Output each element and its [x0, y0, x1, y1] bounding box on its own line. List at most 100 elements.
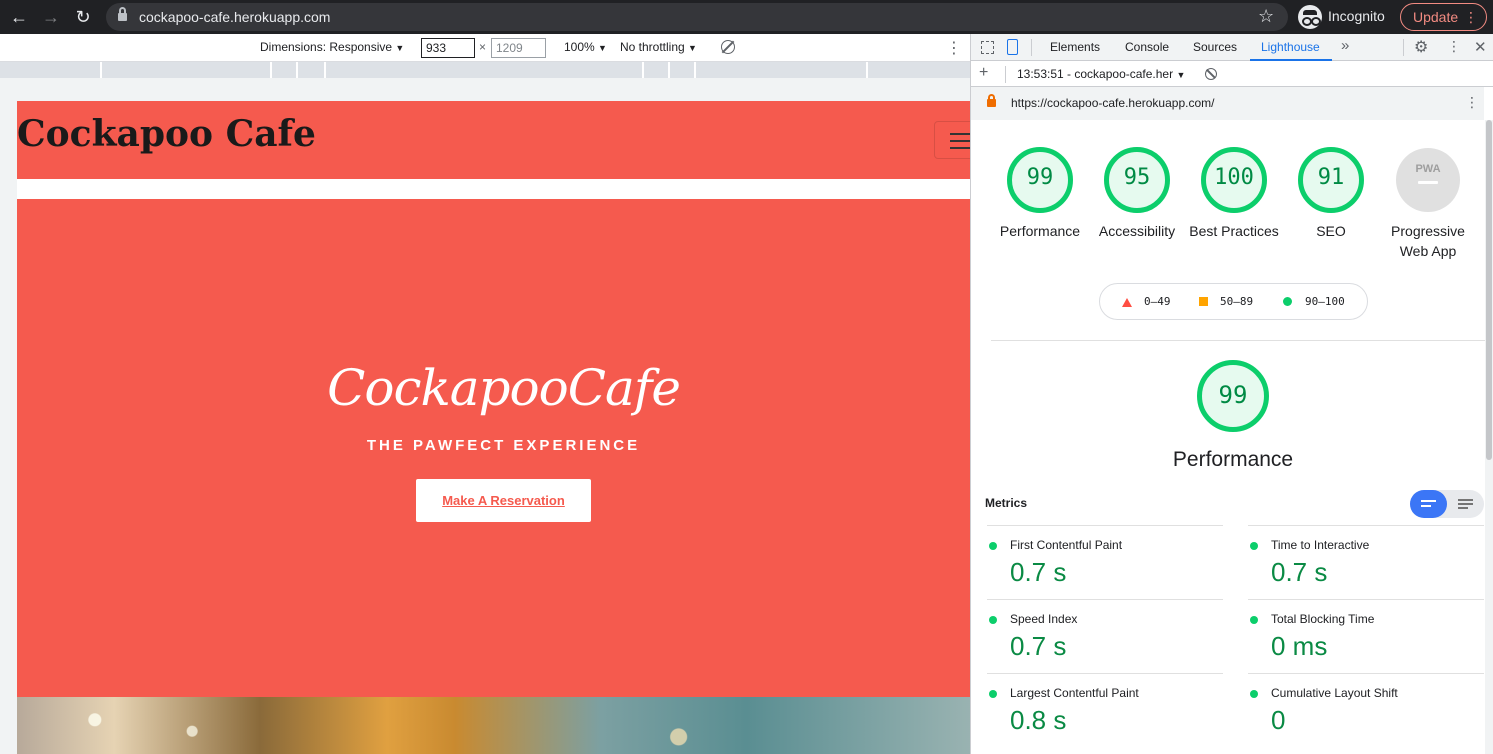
devtools-tabbar: Elements Console Sources Lighthouse » ⚙ … [971, 34, 1493, 61]
gauge-label: Performance [999, 223, 1081, 239]
inspect-element-icon[interactable] [981, 41, 994, 54]
website-viewport: Cockapoo Cafe CockapooCafe THE PAWFECT E… [17, 101, 990, 754]
width-input[interactable]: 933 [421, 38, 475, 58]
height-input[interactable]: 1209 [491, 38, 546, 58]
seo-gauge[interactable]: 91 [1298, 147, 1364, 213]
average-square-icon [1199, 297, 1208, 306]
make-reservation-button[interactable]: Make A Reservation [416, 479, 591, 522]
add-report-icon[interactable]: + [979, 64, 988, 82]
report-selector[interactable]: 13:53:51 - cockapoo-cafe.her ▼ [1017, 67, 1185, 81]
close-icon[interactable]: ✕ [1474, 38, 1487, 56]
ruler-tick [296, 62, 298, 78]
report-url[interactable]: https://cockapoo-cafe.herokuapp.com/ [1011, 96, 1214, 110]
metric-value: 0 ms [1271, 631, 1328, 661]
pass-circle-icon [989, 690, 997, 698]
pass-circle-icon [989, 616, 997, 624]
separator [1031, 39, 1032, 56]
hero-section: CockapooCafe THE PAWFECT EXPERIENCE Make… [17, 199, 990, 697]
metric-name: First Contentful Paint [1010, 538, 1123, 552]
tab-lighthouse[interactable]: Lighthouse [1261, 40, 1320, 54]
scrollbar[interactable] [1485, 120, 1493, 754]
metrics-heading: Metrics [985, 496, 1028, 510]
zoom-label: 100% [564, 40, 595, 54]
device-toolbar: Dimensions: Responsive ▼ 933 × 1209 100%… [0, 34, 970, 62]
report-menu-kebab-icon[interactable]: ⋮ [1465, 94, 1479, 111]
gauge-score: 91 [1317, 165, 1345, 190]
more-tabs-icon[interactable]: » [1341, 37, 1349, 54]
separator [1005, 66, 1006, 83]
throttling-label: No throttling [620, 40, 685, 54]
reload-icon[interactable]: ↻ [72, 6, 94, 28]
site-brand[interactable]: Cockapoo Cafe [17, 113, 316, 155]
ruler-tick [324, 62, 326, 78]
score-legend: 0–49 50–89 90–100 [1099, 283, 1368, 320]
report-url-bar: https://cockapoo-cafe.herokuapp.com/ ⋮ [971, 87, 1484, 120]
performance-title: Performance [1172, 448, 1294, 471]
metric-name: Speed Index [1010, 612, 1078, 626]
pass-circle-icon [1250, 690, 1258, 698]
compact-view-icon[interactable] [1410, 490, 1447, 518]
rotate-icon[interactable] [721, 40, 735, 54]
lock-icon [987, 94, 996, 108]
metric-name: Time to Interactive [1271, 538, 1370, 552]
metric-value: 0.7 s [1010, 557, 1067, 587]
accessibility-gauge[interactable]: 95 [1104, 147, 1170, 213]
address-bar[interactable]: cockapoo-cafe.herokuapp.com ☆ [106, 3, 1288, 31]
tab-console[interactable]: Console [1125, 40, 1169, 54]
times-icon: × [479, 40, 487, 54]
incognito-label: Incognito [1328, 8, 1385, 24]
performance-gauge[interactable]: 99 [1007, 147, 1073, 213]
browser-toolbar: ← → ↻ cockapoo-cafe.herokuapp.com ☆ Inco… [0, 0, 1493, 34]
tab-elements[interactable]: Elements [1050, 40, 1100, 54]
performance-main-gauge: 99 [1197, 360, 1269, 432]
gauge-score: 95 [1123, 165, 1151, 190]
lighthouse-toolbar: + 13:53:51 - cockapoo-cafe.her ▼ [971, 61, 1493, 87]
metrics-view-toggle[interactable] [1410, 490, 1484, 518]
forward-arrow-icon[interactable]: → [40, 6, 62, 28]
menu-kebab-icon[interactable]: ⋮ [1464, 4, 1478, 30]
gauge-score: 100 [1214, 165, 1254, 190]
pass-circle-icon [1283, 297, 1292, 306]
address-url[interactable]: cockapoo-cafe.herokuapp.com [139, 9, 330, 25]
ruler-tick [694, 62, 696, 78]
metric-value: 0.7 s [1271, 557, 1328, 587]
zoom-dropdown[interactable]: 100% ▼ [564, 40, 607, 54]
media-query-ruler[interactable] [0, 62, 970, 78]
lock-icon[interactable] [118, 7, 127, 22]
incognito-icon[interactable] [1298, 5, 1322, 29]
best-practices-gauge[interactable]: 100 [1201, 147, 1267, 213]
gear-icon[interactable]: ⚙ [1414, 37, 1428, 57]
devtools-kebab-icon[interactable]: ⋮ [1447, 38, 1461, 55]
metric-value: 0.8 s [1010, 705, 1067, 735]
bookmark-star-icon[interactable]: ☆ [1258, 6, 1274, 27]
throttling-dropdown[interactable]: No throttling ▼ [620, 40, 697, 54]
device-menu-kebab-icon[interactable]: ⋮ [946, 38, 962, 58]
back-arrow-icon[interactable]: ← [8, 6, 30, 28]
dimensions-dropdown[interactable]: Dimensions: Responsive ▼ [260, 40, 404, 54]
chevron-down-icon: ▼ [1176, 70, 1186, 80]
performance-score: 99 [1218, 381, 1248, 409]
tab-sources[interactable]: Sources [1193, 40, 1237, 54]
pwa-badge-icon[interactable]: PWA [1396, 148, 1460, 212]
hero-tagline: THE PAWFECT EXPERIENCE [366, 437, 641, 454]
chevron-down-icon: ▼ [598, 43, 607, 53]
separator [1403, 39, 1404, 56]
fail-triangle-icon [1122, 298, 1132, 307]
update-button[interactable]: Update ⋮ [1400, 3, 1487, 31]
pass-circle-icon [1250, 542, 1258, 550]
clear-reports-icon[interactable] [1205, 68, 1217, 80]
ruler-tick [642, 62, 644, 78]
site-navbar: Cockapoo Cafe [17, 101, 990, 179]
devtools-panel: Elements Console Sources Lighthouse » ⚙ … [970, 34, 1493, 754]
gauge-label: Accessibility [1098, 223, 1176, 239]
chevron-down-icon: ▼ [395, 43, 405, 53]
hero-logo: CockapooCafe [327, 359, 681, 417]
dimensions-label: Dimensions: Responsive [260, 40, 393, 54]
device-toggle-icon[interactable] [1007, 39, 1018, 55]
chevron-down-icon: ▼ [688, 43, 697, 53]
pass-circle-icon [989, 542, 997, 550]
legend-fail: 0–49 [1144, 295, 1171, 308]
update-label: Update [1413, 9, 1459, 25]
metric-value: 0.7 s [1010, 631, 1067, 661]
pwa-badge-text: PWA [1415, 163, 1441, 175]
